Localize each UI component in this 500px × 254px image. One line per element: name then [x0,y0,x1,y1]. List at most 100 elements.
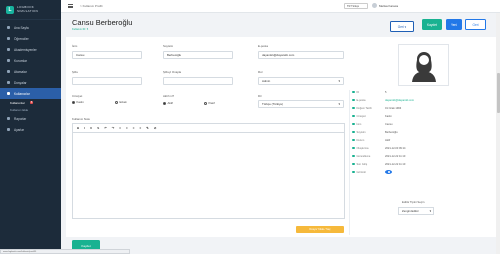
role-select[interactable]: Admin ▾ [258,77,344,85]
redo-icon[interactable]: ↷ [112,126,115,130]
profile-photo[interactable] [398,44,449,86]
gender-label: Cinsiyet [72,94,83,98]
sidebar-item-files[interactable]: Dosyalar [0,77,61,88]
strikethrough-icon[interactable]: S [97,126,99,130]
logo[interactable]: L LOGBOOK SIMULATION [0,0,61,20]
role-label: Rol [258,70,263,74]
info-row-last-name: Soyisim Berberoğlu [352,128,492,136]
language-select-field[interactable]: Türkçe (Türkiye) ▾ [258,100,344,108]
info-row-email: E-posta dayanıklı@dayanıklı.com [352,96,492,104]
password-field[interactable] [72,77,142,85]
sidebar-item-academics[interactable]: Akademisyenler [0,44,61,55]
chevron-down-icon: ▾ [338,102,340,106]
menu-toggle-icon[interactable] [68,4,73,8]
info-bullet-icon [352,154,355,158]
first-name-field[interactable]: Cansu [72,51,142,59]
sidebar-item-settings[interactable]: Ayarlar [0,124,61,135]
info-value: Cansu [385,122,393,126]
sidebar-item-students[interactable]: Öğrenciler [0,33,61,44]
count-badge: 5 [29,101,34,104]
user-menu[interactable]: Melisa Karaca [372,3,398,8]
list-icon[interactable]: ≡ [140,126,142,130]
radio-label: Pasif [208,101,215,105]
align-left-icon[interactable]: ≡ [119,126,121,130]
logo-subtitle: SIMULATION [17,8,39,13]
info-value: 01 Ocak 1993 [385,106,402,110]
sidebar-item-reports[interactable]: Raporlar [0,113,61,124]
logo-icon: L [6,5,14,14]
info-value-link[interactable]: dayanıklı@dayanıklı.com [385,99,414,102]
notes-editor[interactable]: B I U S ↶ ↷ ≡ ≡ ≡ ≡ ✎ ⊘ [72,123,345,219]
align-center-icon[interactable]: ≡ [126,126,128,130]
sidebar-item-label: Kurumlar [14,58,27,63]
info-bullet-icon [352,162,355,166]
clear-format-icon[interactable]: ⊘ [154,126,157,130]
users-icon [7,92,10,95]
new-button[interactable]: Yeni [446,19,462,30]
info-bullet-icon [352,98,355,102]
info-bullet-icon [352,122,355,126]
radio-label: Kadın [76,100,84,104]
info-key: İsim [356,122,362,126]
info-value: 2021-12-03 09:14 [385,146,406,150]
radio-label: Aktif [167,101,173,105]
first-name-label: İsim [72,44,78,48]
gear-icon [7,128,10,131]
editor-type-select[interactable]: Zengin Editör ▾ [398,207,434,215]
gender-male-radio[interactable]: Erkek [115,100,127,104]
info-key: ID [356,90,360,94]
sidebar-subitem-users[interactable]: Kullanıcılar 5 [0,99,61,106]
scrollbar[interactable] [496,13,500,254]
sidebar-item-users[interactable]: Kullanıcılar [0,88,61,99]
sidebar: L LOGBOOK SIMULATION Ana Sayfa Öğrencile… [0,0,61,254]
info-bullet-icon [352,114,355,118]
scrollbar-thumb[interactable] [496,73,500,113]
info-value: Kadın [385,114,392,118]
sidebar-item-home[interactable]: Ana Sayfa [0,22,61,33]
bold-icon[interactable]: B [77,126,79,130]
active-yes-radio[interactable]: Aktif [163,101,173,105]
back-button[interactable]: Geri [465,19,486,30]
active-label: Aktif mi? [163,94,175,98]
page-title: Cansu Berberoğlu [72,18,133,27]
info-key: Oluşturma [356,146,369,150]
info-key: Cinsiyet [356,114,366,118]
italic-icon[interactable]: I [84,126,85,130]
radio-icon [163,101,166,105]
back-dropdown-button[interactable]: Geri ▾ [390,21,414,32]
info-key: Görünür [356,170,367,174]
last-name-field[interactable]: Berberoğlu [163,51,233,59]
undo-icon[interactable]: ↶ [104,126,107,130]
editor-type-label: Editör Tipini Seçin [402,200,425,204]
chevron-down-icon: ▾ [338,79,340,83]
editor-type-value: Zengin Editör [402,209,419,213]
align-right-icon[interactable]: ≡ [133,126,135,130]
email-field[interactable]: dayanıklı@dayanıklı.com [258,51,344,59]
sidebar-item-label: Akademisyenler [14,47,37,52]
underline-icon[interactable]: U [90,126,92,130]
chevron-down-icon: ▾ [429,209,431,213]
edit-icon[interactable]: ✎ [146,126,149,130]
info-bullet-icon [352,138,355,142]
password-confirm-label: Şifreyi Onayla [163,70,181,74]
eye-icon[interactable] [385,170,392,174]
avatar [372,3,377,8]
notes-label: Kullanıcı Notu [72,117,90,121]
info-row-status: Durum Aktif [352,136,492,144]
sidebar-subitem-add-user[interactable]: Kullanıcı Ekle [0,106,61,113]
info-row-first-name: İsim Cansu [352,120,492,128]
info-row-created: Oluşturma 2021-12-03 09:14 [352,144,492,152]
sidebar-item-assignments[interactable]: Atamalar [0,66,61,77]
file-icon [7,81,10,84]
language-select-value: Türkçe (Türkiye) [262,102,284,106]
sidebar-item-institutions[interactable]: Kurumlar [0,55,61,66]
topbar: > Kullanıcı Profili [61,0,500,13]
save-button[interactable]: Kaydet [422,19,442,30]
students-icon [7,37,10,40]
sidebar-item-label: Ayarlar [14,127,25,132]
gender-female-radio[interactable]: Kadın [72,100,84,104]
password-confirm-field[interactable] [163,77,233,85]
active-no-radio[interactable]: Pasif [204,101,215,105]
language-select[interactable]: TR Türkçe [344,3,368,9]
upload-button[interactable]: Dosya Yükle / Seç [296,226,344,233]
